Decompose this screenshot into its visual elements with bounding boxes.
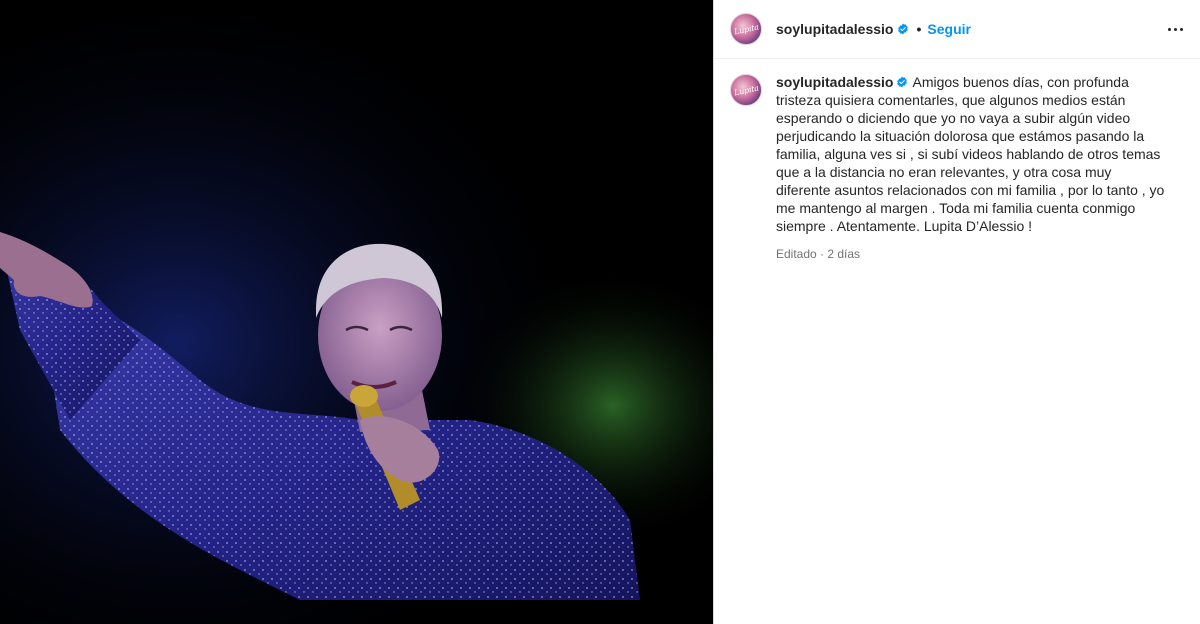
concert-photo-illustration [0, 0, 713, 624]
caption-avatar[interactable]: Lupita [730, 74, 762, 106]
post-header: Lupita soylupitadalessio • Seguir [714, 0, 1200, 59]
follow-button[interactable]: Seguir [927, 21, 971, 37]
avatar-signature: Lupita [732, 22, 760, 36]
caption-meta: Editado · 2 días [776, 247, 861, 261]
post-details-panel: Lupita soylupitadalessio • Seguir Lupita… [713, 0, 1200, 624]
caption-comment: Lupita soylupitadalessio Amigos buenos d… [714, 59, 1200, 263]
header-user: soylupitadalessio • Seguir [776, 21, 971, 37]
verified-badge-icon [897, 76, 908, 88]
caption-username[interactable]: soylupitadalessio [776, 74, 893, 90]
avatar-signature: Lupita [732, 83, 760, 97]
post-viewer: Lupita soylupitadalessio • Seguir Lupita… [0, 0, 1200, 624]
caption-body: soylupitadalessio Amigos buenos días, co… [776, 73, 1168, 263]
verified-badge-icon [898, 23, 909, 35]
post-photo[interactable] [0, 0, 713, 624]
more-options-icon[interactable] [1166, 17, 1184, 41]
header-username[interactable]: soylupitadalessio [776, 21, 893, 37]
separator-dot: • [916, 21, 922, 37]
caption-text: Amigos buenos días, con profunda tristez… [776, 74, 1165, 234]
profile-avatar[interactable]: Lupita [730, 13, 762, 45]
